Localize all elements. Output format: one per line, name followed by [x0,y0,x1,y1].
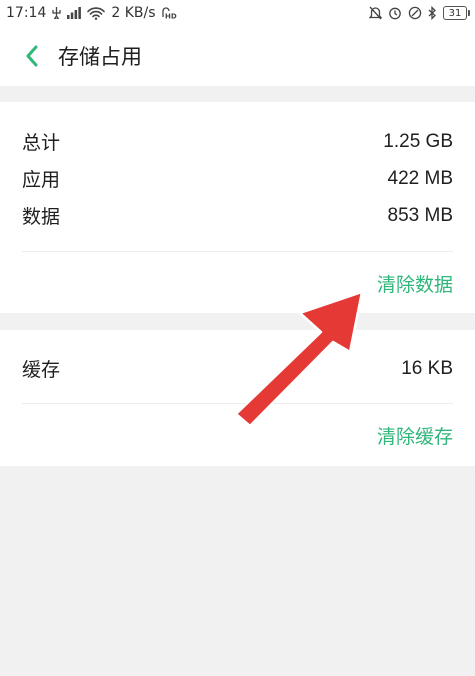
storage-card: 总计 1.25 GB 应用 422 MB 数据 853 MB 清除数据 [0,102,475,313]
app-value: 422 MB [387,167,453,189]
page-title: 存储占用 [58,45,142,69]
cache-row: 缓存 16 KB [0,350,475,387]
status-bar: 17:14 2 KB/s HD 31 [0,0,475,26]
total-row: 总计 1.25 GB [0,123,475,160]
battery-level: 31 [448,7,462,19]
battery-icon: 31 [443,6,470,20]
status-time: 17:14 [6,5,47,21]
data-value: 853 MB [387,204,453,226]
clear-cache-button[interactable]: 清除缓存 [377,422,453,449]
app-row: 应用 422 MB [0,160,475,197]
clear-data-button[interactable]: 清除数据 [377,270,453,297]
total-value: 1.25 GB [383,130,453,152]
data-row: 数据 853 MB [0,197,475,234]
clear-data-button-row: 清除数据 [0,270,475,297]
status-right: 31 [369,6,470,20]
alarm-icon [388,6,402,20]
total-label: 总计 [22,132,61,154]
dnd-icon [408,6,422,20]
clear-cache-button-row: 清除缓存 [0,422,475,449]
cache-value: 16 KB [401,357,453,379]
app-header: 存储占用 [0,26,475,86]
data-label: 数据 [22,206,61,228]
cache-label: 缓存 [22,359,61,381]
svg-text:HD: HD [165,13,177,20]
back-button[interactable] [8,32,56,80]
usb-icon [52,7,62,19]
bell-off-icon [369,6,382,20]
hd-icon: HD [161,7,177,20]
chevron-left-icon [26,45,38,67]
signal-icon [67,7,82,19]
wifi-icon [87,6,106,20]
network-speed: 2 KB/s [111,5,156,21]
status-left: 17:14 2 KB/s HD [6,5,177,21]
bluetooth-icon [428,6,437,20]
cache-card: 缓存 16 KB 清除缓存 [0,330,475,466]
app-label: 应用 [22,169,61,191]
